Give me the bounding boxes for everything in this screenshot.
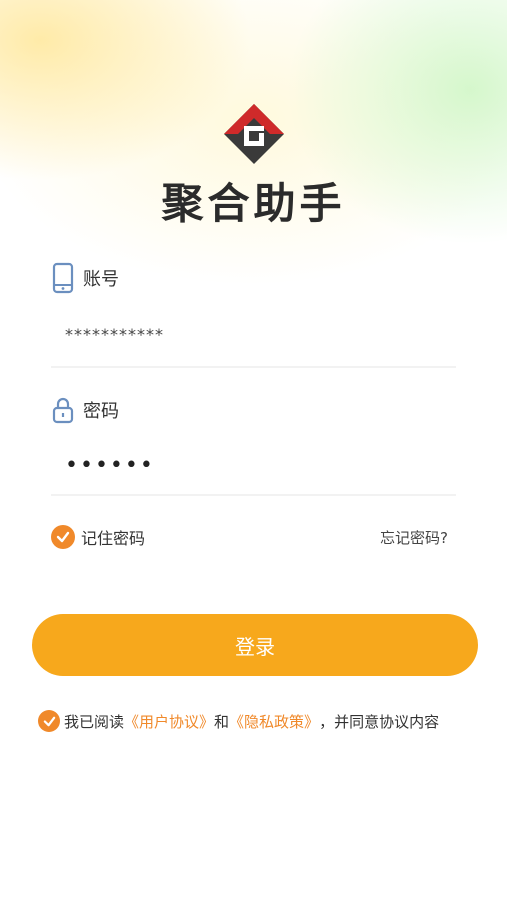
agreement-prefix: 我已阅读	[64, 712, 125, 731]
forgot-password-link[interactable]: 忘记密码?	[380, 527, 448, 548]
agreement-checkbox[interactable]	[38, 710, 60, 732]
account-divider	[51, 366, 456, 368]
app-title: 聚合助手	[161, 179, 346, 228]
password-label-row: 密码	[51, 394, 119, 426]
agreement-row: 我已阅读 《用户协议》 和 《隐私政策》 ，并同意协议内容	[38, 710, 439, 732]
user-agreement-link[interactable]: 《用户协议》	[124, 711, 214, 732]
account-label-row: 账号	[51, 262, 119, 294]
agreement-and: 和	[214, 712, 230, 731]
login-page: 聚合助手 账号 密码 记住密	[0, 0, 507, 900]
app-logo-icon	[224, 104, 284, 164]
remember-password-label: 记住密码	[81, 529, 146, 548]
password-input[interactable]	[51, 445, 456, 485]
checkmark-icon	[43, 716, 55, 726]
account-label: 账号	[83, 269, 119, 290]
agreement-suffix: ，并同意协议内容	[319, 712, 440, 731]
privacy-policy-link[interactable]: 《隐私政策》	[229, 711, 319, 732]
checkmark-icon	[51, 525, 75, 549]
password-label: 密码	[83, 401, 119, 422]
account-input[interactable]	[51, 314, 456, 354]
lock-icon	[51, 394, 75, 426]
phone-icon	[51, 262, 75, 294]
password-divider	[51, 494, 456, 496]
login-button[interactable]: 登录	[32, 614, 478, 676]
remember-password-toggle[interactable]: 记住密码	[51, 525, 145, 549]
